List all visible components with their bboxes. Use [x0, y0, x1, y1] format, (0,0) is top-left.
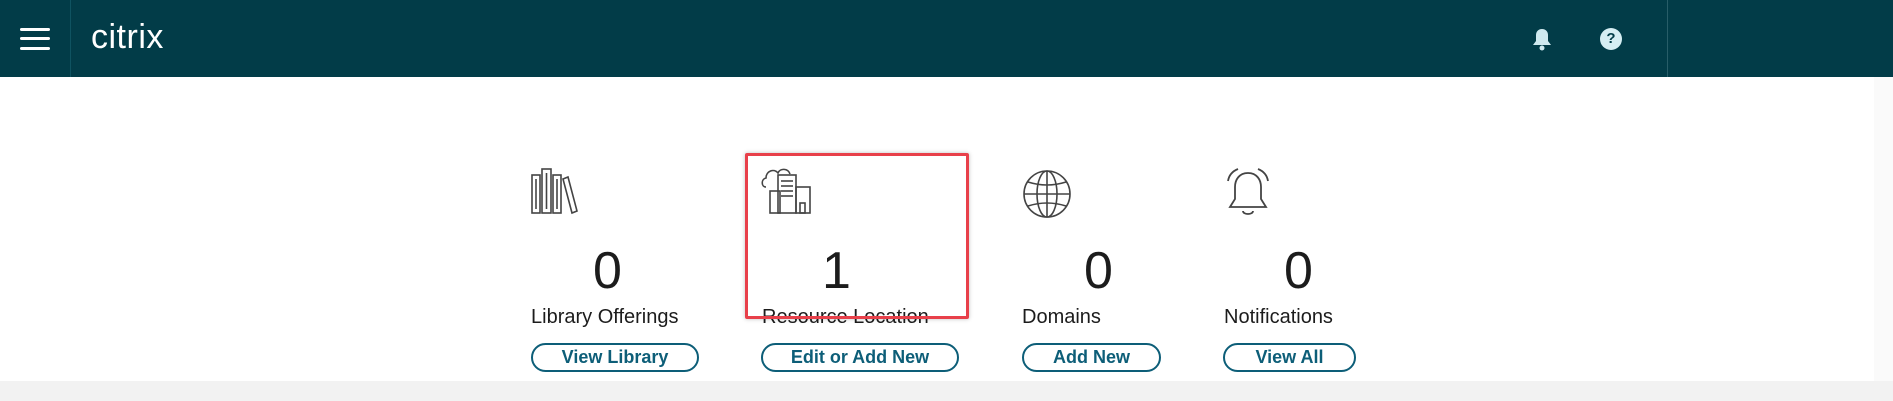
help-glyph: ? [1600, 28, 1622, 50]
footer-strip [0, 381, 1893, 401]
view-all-button[interactable]: View All [1223, 343, 1356, 372]
help-icon[interactable]: ? [1593, 21, 1629, 57]
highlight-box [745, 153, 969, 319]
citrix-logo[interactable]: citrix [91, 14, 164, 60]
edit-or-add-new-button[interactable]: Edit or Add New [761, 343, 959, 372]
user-menu-area[interactable] [1668, 0, 1893, 77]
right-scroll-gutter [1874, 77, 1893, 381]
library-offerings-count: 0 [593, 242, 622, 300]
library-offerings-label: Library Offerings [531, 306, 679, 328]
alarm-bell-icon [1224, 167, 1272, 224]
dashboard-summary: 0 Library Offerings View Library 1 Resou… [0, 77, 1893, 381]
domains-count: 0 [1084, 242, 1113, 300]
notifications-count: 0 [1284, 242, 1313, 300]
bell-icon[interactable] [1524, 21, 1560, 57]
notifications-label: Notifications [1224, 306, 1333, 328]
add-new-button[interactable]: Add New [1022, 343, 1161, 372]
globe-icon [1022, 169, 1072, 224]
hamburger-menu-icon[interactable] [0, 0, 71, 77]
top-navigation-bar: citrix ? [0, 0, 1893, 77]
domains-label: Domains [1022, 306, 1101, 328]
view-library-button[interactable]: View Library [531, 343, 699, 372]
library-books-icon [530, 167, 578, 220]
